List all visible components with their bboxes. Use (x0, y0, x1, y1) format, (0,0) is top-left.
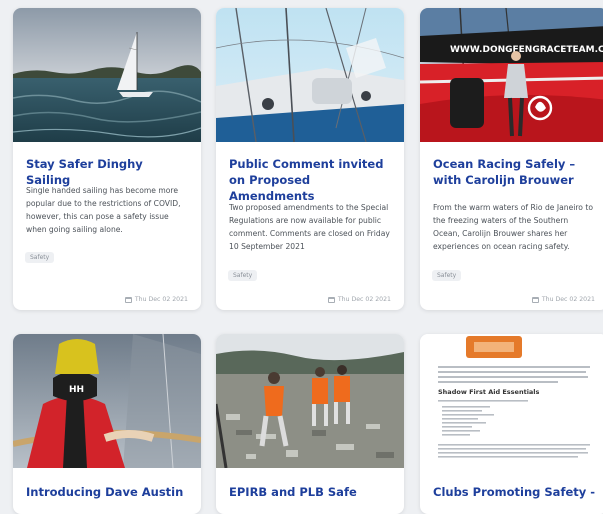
landfill-search-photo[interactable] (216, 334, 404, 468)
hat-logo-text: HH (69, 385, 84, 395)
article-card-epirb[interactable]: EPIRB and PLB Safe (216, 334, 404, 514)
card-excerpt: Two proposed amendments to the Special R… (229, 203, 390, 251)
card-title[interactable]: Ocean Racing Safely – with Carolijn Brou… (433, 156, 596, 188)
document-heading: Shadow First Aid Essentials (438, 388, 540, 396)
article-card-public-comment[interactable]: Public Comment invited on Proposed Amend… (216, 8, 404, 310)
yacht-deck-rigging-photo[interactable] (216, 8, 404, 142)
ocean-race-sailor-photo[interactable]: WWW.DONGFENGRACETEAM.COM (420, 8, 603, 142)
calendar-icon (327, 296, 335, 303)
club-safety-document-photo[interactable]: Shadow First Aid Essentials (420, 334, 603, 468)
article-card-ocean-racing[interactable]: WWW.DONGFENGRACETEAM.COM Ocean Racing Sa… (420, 8, 603, 310)
article-card-clubs-safety[interactable]: Shadow First Aid Essentials Clubs Promot… (420, 334, 603, 514)
card-date: Thu Dec 02 2021 (124, 296, 188, 303)
category-tag[interactable]: Safety (25, 252, 55, 263)
card-excerpt: Single handed sailing has become more po… (26, 186, 181, 234)
calendar-icon (531, 296, 539, 303)
card-date: Thu Dec 02 2021 (531, 296, 595, 303)
date-text: Thu Dec 02 2021 (337, 296, 391, 303)
article-card-dave-austin[interactable]: HH Introducing Dave Austin (13, 334, 201, 514)
card-title[interactable]: EPIRB and PLB Safe (229, 484, 392, 500)
date-text: Thu Dec 02 2021 (134, 296, 188, 303)
card-title[interactable]: Introducing Dave Austin (26, 484, 189, 500)
category-tag[interactable]: Safety (432, 270, 462, 281)
sailor-at-helm-photo[interactable]: HH (13, 334, 201, 468)
article-card-dinghy[interactable]: Stay Safer Dinghy Sailing Single handed … (13, 8, 201, 310)
dinghy-sailing-photo[interactable] (13, 8, 201, 142)
card-title[interactable]: Public Comment invited on Proposed Amend… (229, 156, 392, 204)
card-date: Thu Dec 02 2021 (327, 296, 391, 303)
card-excerpt: From the warm waters of Rio de Janeiro t… (433, 203, 593, 251)
date-text: Thu Dec 02 2021 (541, 296, 595, 303)
calendar-icon (124, 296, 132, 303)
banner-text: WWW.DONGFENGRACETEAM.COM (450, 45, 603, 55)
card-title[interactable]: Clubs Promoting Safety - (433, 484, 596, 500)
category-tag[interactable]: Safety (228, 270, 258, 281)
